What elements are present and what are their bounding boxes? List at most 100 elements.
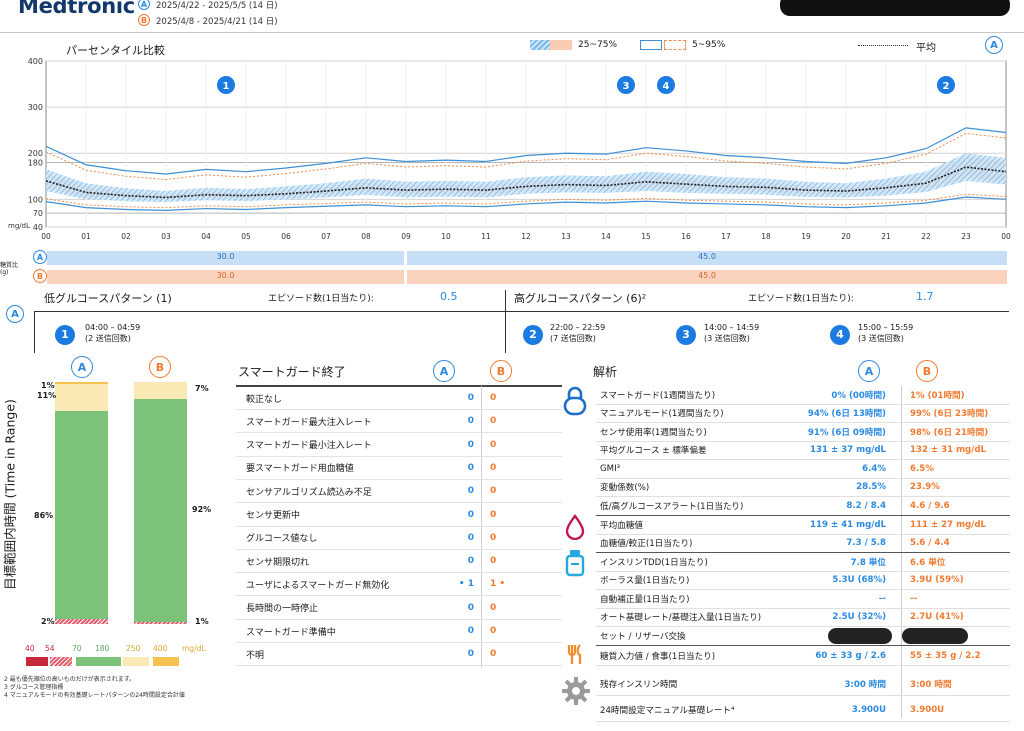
- scale-in-range: [76, 657, 121, 666]
- smartguard-row-a: • 1: [458, 579, 474, 590]
- analysis-row-a: 2.5U (32%): [832, 612, 886, 623]
- analysis-row-b: 2.7U (41%): [910, 612, 964, 623]
- low-pattern-title: 低グルコースパターン (1): [44, 292, 172, 305]
- analysis-row-label: インスリンTDD(1日当たり): [600, 557, 708, 568]
- period-a-mark: A: [138, 0, 150, 10]
- smartguard-row: 要スマートガード用血糖値 0 0: [236, 457, 562, 480]
- x-tick-label: 23: [961, 232, 971, 241]
- smartguard-row-b: 0: [490, 556, 497, 567]
- smartguard-row-a: 0: [467, 393, 474, 403]
- analysis-row: 平均血糖値 119 ± 41 mg/dL 111 ± 27 mg/dL: [596, 516, 1010, 535]
- y-tick-label: 400: [28, 57, 43, 66]
- scale-tick-40: 40: [25, 644, 35, 653]
- high-pattern-item: 2 22:00 – 22:59 (7 送信回数): [523, 323, 605, 345]
- smartguard-row-b: 0: [490, 509, 497, 520]
- gear-icon: [562, 677, 590, 705]
- smartguard-row-b: 0: [490, 393, 497, 403]
- analysis-row: マニュアルモード(1週間当たり) 94% (6日 13時間) 99% (6日 23時…: [596, 405, 1010, 423]
- smartguard-row-b: 0: [490, 649, 497, 660]
- pattern-time: 14:00 – 14:59: [704, 323, 760, 332]
- tir-segment-low: [134, 621, 187, 624]
- analysis-row: 自動補正量(1日当たり) -- --: [596, 590, 1010, 609]
- x-tick-label: 11: [481, 232, 491, 241]
- analysis-row-label: 残存インスリン時間: [600, 679, 678, 690]
- analysis-row-a: 119 ± 41 mg/dL: [810, 519, 886, 530]
- smartguard-row-a: 0: [467, 486, 474, 497]
- smartguard-row: ユーザによるスマートガード無効化 • 1 1 •: [236, 573, 562, 597]
- smartguard-row-label: スマートガード最大注入レート: [246, 417, 372, 428]
- analysis-row-b: 132 ± 31 mg/dL: [910, 445, 986, 456]
- x-tick-label: 16: [681, 232, 691, 241]
- carb-a-value-1: 30.0: [216, 252, 235, 261]
- high-episodes-value: 1.7: [916, 290, 934, 303]
- x-tick-label: 05: [241, 232, 251, 241]
- tir-a-mark: A: [71, 356, 93, 378]
- smartguard-row-label: センサ期限切れ: [246, 557, 310, 568]
- pattern-num-badge: 4: [830, 324, 850, 345]
- period-b-range: 2025/4/8 - 2025/4/21 (14 日): [156, 17, 278, 27]
- pattern-time: 15:00 – 15:59: [858, 323, 914, 332]
- scale-unit: mg/dL: [182, 644, 206, 653]
- redacted-patient-name: [780, 0, 1010, 16]
- x-tick-label: 13: [561, 232, 571, 241]
- analysis-row: ボーラス量(1日当たり) 5.3U (68%) 3.9U (59%): [596, 572, 1010, 590]
- pattern-marker-label: 3: [623, 81, 630, 92]
- smartguard-row-label: 不明: [246, 650, 265, 661]
- legend-25-75-swatch: [530, 40, 550, 50]
- y-tick-label: 70: [33, 209, 43, 218]
- fork-knife-icon: [567, 644, 582, 664]
- pattern-count: (7 送信回数): [550, 334, 596, 343]
- high-pattern-vline: [505, 290, 506, 353]
- tir-a-low-label: 2%: [41, 617, 55, 626]
- scale-tick-70: 70: [72, 644, 82, 653]
- smartguard-row: スマートガード準備中 0 0: [236, 620, 562, 643]
- analysis-row-b: 99% (6日 23時間): [910, 409, 989, 420]
- analysis-row: スマートガード(1週間当たり) 0% (00時間) 1% (01時間): [596, 386, 1010, 405]
- low-pattern-vline: [34, 311, 35, 353]
- legend-5-95-swatch-b: [664, 40, 686, 50]
- analysis-row: 糖質入力値 / 食事(1日当たり) 60 ± 33 g / 2.6 55 ± 35 …: [596, 647, 1010, 666]
- analysis-row-a: 60 ± 33 g / 2.6: [815, 650, 886, 661]
- smartguard-row-a: 0: [467, 649, 474, 660]
- brand-logo: Medtronic: [18, 0, 135, 18]
- legend-25-75-label: 25~75%: [578, 40, 617, 50]
- report-header: Medtronic A 2025/4/22 - 2025/5/5 (14 日) …: [0, 0, 1024, 32]
- pattern-num-badge: 2: [523, 324, 543, 345]
- tir-segment-low: [55, 619, 108, 624]
- analysis-row-b: 6.5%: [910, 463, 934, 474]
- pattern-marker-label: 1: [223, 81, 230, 92]
- tir-a-very-high-label: 1%: [41, 381, 55, 390]
- smartguard-row-b: 0: [490, 462, 497, 473]
- analysis-row-label: 平均グルコース ± 標準偏差: [600, 446, 707, 457]
- smartguard-row-a: 0: [467, 416, 474, 427]
- analysis-row: 24時間設定マニュアル基礎レート⁴ 3.900U 3.900U: [596, 698, 1010, 722]
- analysis-row-b: 1% (01時間): [910, 390, 965, 401]
- tir-b-low-label: 1%: [195, 617, 209, 626]
- tir-segment-high: [55, 384, 108, 412]
- carb-ratio-label: 糖質比(g): [0, 262, 19, 276]
- tir-a-high-label: 11%: [37, 391, 57, 400]
- x-tick-label: 15: [641, 232, 651, 241]
- analysis-row-label: 糖質入力値 / 食事(1日当たり): [600, 651, 716, 662]
- analysis-row-label: 平均血糖値: [600, 520, 643, 531]
- analysis-title: 解析: [593, 365, 618, 379]
- smartguard-row: 長時間の一時停止 0 0: [236, 597, 562, 620]
- smartguard-row-label: 較正なし: [246, 394, 283, 405]
- smartguard-row-b: 0: [490, 532, 497, 543]
- analysis-row: センサ使用率(1週間当たり) 91% (6日 09時間) 98% (6日 21時間): [596, 423, 1010, 442]
- analysis-row-label: GMI³: [600, 463, 621, 474]
- x-tick-label: 22: [921, 232, 931, 241]
- y-tick-label: 180: [28, 158, 43, 167]
- smartguard-row: センサ期限切れ 0 0: [236, 550, 562, 574]
- smartguard-row-b: 0: [490, 416, 497, 427]
- smartguard-row-label: ユーザによるスマートガード無効化: [246, 580, 390, 591]
- smartguard-row: グルコース値なし 0 0: [236, 527, 562, 550]
- carb-a-mark: A: [33, 250, 47, 264]
- high-pattern-title: 高グルコースパターン (6)²: [514, 292, 647, 305]
- legend-5-95-swatch: [640, 40, 662, 50]
- pattern-time: 04:00 – 04:59: [85, 323, 141, 332]
- analysis-row-a: --: [878, 593, 886, 604]
- high-pattern-item: 4 15:00 – 15:59 (3 送信回数): [830, 323, 913, 345]
- scale-high: [123, 657, 149, 666]
- analysis-row-b: 5.6 / 4.4: [910, 538, 950, 549]
